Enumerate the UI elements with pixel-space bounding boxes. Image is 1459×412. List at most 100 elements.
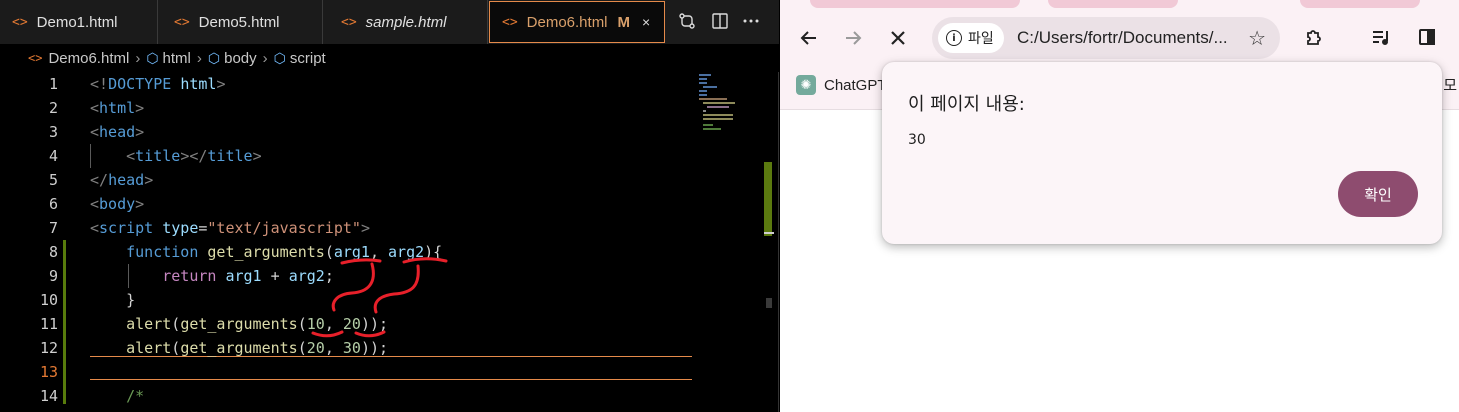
tab-label: Demo5.html: [198, 13, 280, 31]
ok-button[interactable]: 확인: [1338, 171, 1418, 217]
code-line[interactable]: 5 </head>: [0, 168, 692, 192]
element-cube-icon: ⬡: [207, 49, 221, 66]
code-line[interactable]: 2 <html>: [0, 96, 692, 120]
browser-window: i 파일 C:/Users/fortr/Documents/... ☆ ✺ Ch…: [780, 0, 1459, 412]
code-token: ,: [324, 315, 343, 333]
code-token: <: [90, 219, 100, 237]
bookmark-chatgpt[interactable]: ✺ ChatGPT: [796, 74, 887, 96]
line-number: 8: [48, 243, 58, 261]
code-text: }: [90, 288, 135, 312]
element-cube-icon: ⬡: [273, 49, 286, 66]
tab-label: Demo6.html: [526, 13, 608, 31]
code-token: ));: [360, 339, 389, 357]
code-area[interactable]: 1 <!DOCTYPE html> 2 <html> 3 <head> 4 <title><…: [0, 72, 779, 412]
forward-arrow-icon[interactable]: [837, 22, 869, 54]
tab-demo6-active[interactable]: <> Demo6.html M ×: [489, 1, 665, 43]
tab-demo1[interactable]: <> Demo1.html: [0, 0, 158, 44]
code-line[interactable]: 4 <title></title>: [0, 144, 692, 168]
code-line[interactable]: 1 <!DOCTYPE html>: [0, 72, 692, 96]
code-line[interactable]: 6 <body>: [0, 192, 692, 216]
bookmark-overflow-label[interactable]: 모: [1443, 74, 1457, 95]
code-token: DOCTYPE: [108, 75, 172, 93]
code-token: 10: [306, 315, 325, 333]
breadcrumb-file[interactable]: Demo6.html: [48, 50, 129, 67]
side-panel-icon[interactable]: [1412, 22, 1442, 52]
code-token: (: [297, 339, 307, 357]
code-text: <html>: [90, 96, 144, 120]
line-number: 9: [48, 267, 58, 285]
code-token: title: [135, 147, 181, 165]
split-editor-icon[interactable]: [709, 10, 731, 32]
code-line[interactable]: 9 return arg1 + arg2;: [0, 264, 692, 288]
code-token: get_arguments: [207, 243, 325, 261]
code-text: <script type="text/javascript">: [90, 216, 370, 240]
code-text: function mydeclaration(){: [90, 408, 352, 412]
code-line[interactable]: 8 function get_arguments(arg1, arg2){: [0, 240, 692, 264]
vertical-scrollbar[interactable]: [764, 72, 774, 412]
chevron-right-icon: ›: [135, 49, 141, 67]
code-token: (: [171, 339, 181, 357]
editor-tab-bar: <> Demo1.html <> Demo5.html <> sample.ht…: [0, 0, 779, 44]
tab-demo5[interactable]: <> Demo5.html: [158, 0, 323, 44]
url-text[interactable]: C:/Users/fortr/Documents/...: [1017, 28, 1232, 48]
code-token: script: [99, 219, 154, 237]
more-actions-icon[interactable]: [740, 10, 762, 32]
site-info-chip[interactable]: i 파일: [938, 23, 1004, 53]
breadcrumb: <> Demo6.html › ⬡ html › ⬡ body › ⬡ scri…: [0, 44, 779, 72]
stop-loading-icon[interactable]: [882, 22, 914, 54]
code-line[interactable]: 10 }: [0, 288, 692, 312]
line-number: 1: [48, 75, 58, 93]
bookmark-star-icon[interactable]: ☆: [1248, 26, 1266, 50]
code-text: <body>: [90, 192, 144, 216]
html-file-icon: <>: [341, 14, 357, 30]
compare-changes-icon[interactable]: [676, 10, 698, 32]
breadcrumb-body[interactable]: body: [224, 50, 257, 67]
code-token: head: [99, 123, 136, 141]
minimap[interactable]: [695, 72, 763, 132]
breadcrumb-html[interactable]: html: [163, 50, 191, 67]
code-token: <: [90, 99, 100, 117]
code-token: <: [90, 195, 100, 213]
close-tab-icon[interactable]: ×: [642, 14, 650, 30]
code-token: /*: [126, 387, 145, 405]
code-token: >: [360, 219, 370, 237]
line-number: 11: [39, 315, 58, 333]
code-line[interactable]: 14 /*: [0, 384, 692, 408]
line-number: 12: [39, 339, 58, 357]
line-number: 3: [48, 123, 58, 141]
code-token: arg1: [333, 243, 370, 261]
alert-dialog: 이 페이지 내용: 30 확인: [882, 62, 1442, 244]
code-line[interactable]: 15 function mydeclaration(){: [0, 408, 692, 412]
tab-label: Demo1.html: [36, 13, 118, 31]
breadcrumb-script[interactable]: script: [290, 50, 326, 67]
code-token: ;: [324, 267, 334, 285]
line-number: 13: [39, 363, 58, 381]
address-bar[interactable]: i 파일 C:/Users/fortr/Documents/... ☆: [932, 17, 1280, 59]
code-token: ){: [424, 243, 443, 261]
code-token: 20: [306, 339, 325, 357]
extensions-puzzle-icon[interactable]: [1299, 22, 1329, 52]
tab-sample-preview[interactable]: <> sample.html: [323, 0, 488, 44]
code-line[interactable]: 7 <script type="text/javascript">: [0, 216, 692, 240]
line-number: 14: [39, 387, 58, 405]
code-line[interactable]: 12 alert(get_arguments(20, 30));: [0, 336, 692, 360]
code-text: return arg1 + arg2;: [90, 264, 334, 288]
back-arrow-icon[interactable]: [793, 22, 825, 54]
code-token: alert: [126, 315, 172, 333]
info-icon: i: [946, 30, 962, 46]
line-number: 5: [48, 171, 58, 189]
code-line[interactable]: 13: [0, 360, 692, 384]
code-line[interactable]: 3 <head>: [0, 120, 692, 144]
code-token: alert: [126, 339, 172, 357]
code-token: ));: [360, 315, 389, 333]
tab-label: sample.html: [365, 13, 447, 31]
code-editor: <> Demo1.html <> Demo5.html <> sample.ht…: [0, 0, 779, 412]
code-token: </: [90, 171, 109, 189]
code-line[interactable]: 11 alert(get_arguments(10, 20));: [0, 312, 692, 336]
code-token: (: [324, 243, 334, 261]
media-controls-icon[interactable]: [1366, 22, 1396, 52]
code-text: <!DOCTYPE html>: [90, 72, 225, 96]
